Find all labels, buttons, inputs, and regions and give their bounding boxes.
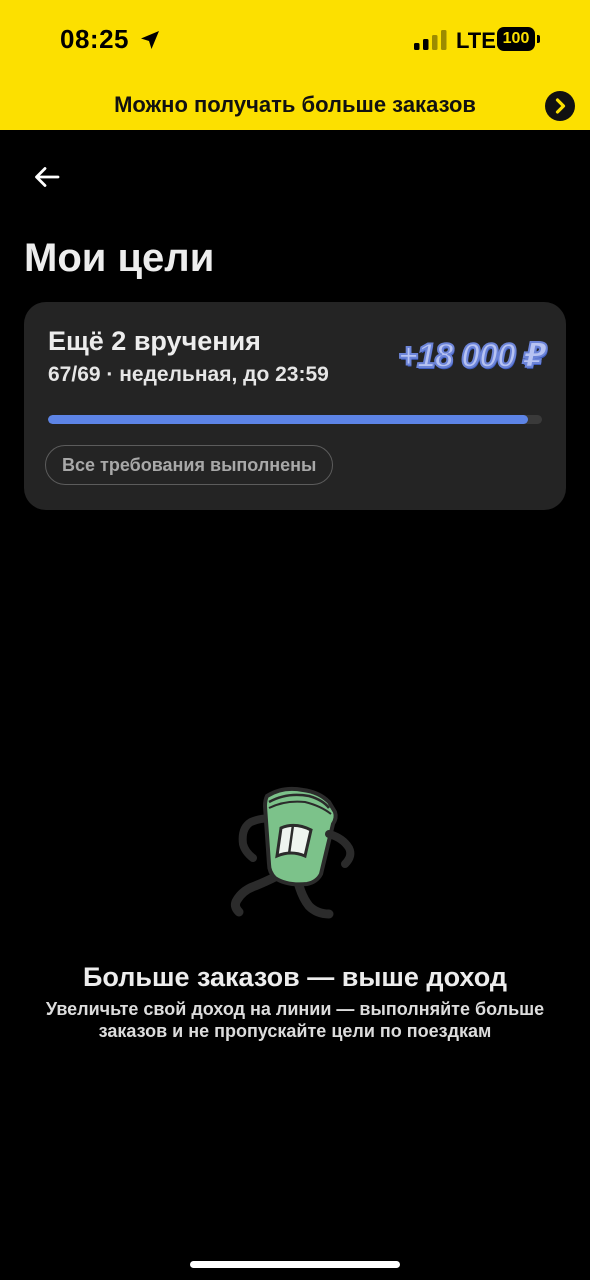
page-title: Мои цели [24,236,215,280]
network-type: LTE [456,28,496,53]
arrow-left-icon [35,167,60,187]
back-button[interactable] [26,156,70,200]
info-description: Увеличьте свой доход на линии — выполняй… [45,999,545,1041]
location-arrow-icon [141,31,159,49]
promo-banner[interactable]: Можно получать больше заказов [0,80,590,130]
battery-body: 100 [497,27,535,51]
goal-subtitle: 67/69 · недельная, до 23:59 [48,363,329,386]
battery-level: 100 [502,30,530,47]
top-yellow-area: 08:25 LTE 100 Можно получать больше зака… [0,0,590,130]
goal-reward: +18 000 ₽ [397,336,548,376]
goals-screen: 08:25 LTE 100 Можно получать больше зака… [0,0,590,1280]
status-time: 08:25 [60,24,129,54]
goal-progress-fill [48,415,528,424]
promo-banner-text: Можно получать больше заказов [114,92,476,117]
battery-tip [537,35,540,43]
cellular-signal-icon [414,30,447,50]
running-money-icon [230,786,355,919]
home-indicator[interactable] [190,1261,400,1268]
status-bar: 08:25 LTE 100 [0,0,590,80]
goal-card[interactable]: Ещё 2 вручения 67/69 · недельная, до 23:… [24,302,566,510]
goal-title: Ещё 2 вручения [48,326,261,356]
battery-icon: 100 [497,27,541,51]
chevron-right-icon[interactable] [545,91,575,121]
requirements-status-chip[interactable]: Все требования выполнены [45,445,334,485]
info-title: Больше заказов — выше доход [82,962,508,992]
goal-progress-bar [48,415,542,424]
